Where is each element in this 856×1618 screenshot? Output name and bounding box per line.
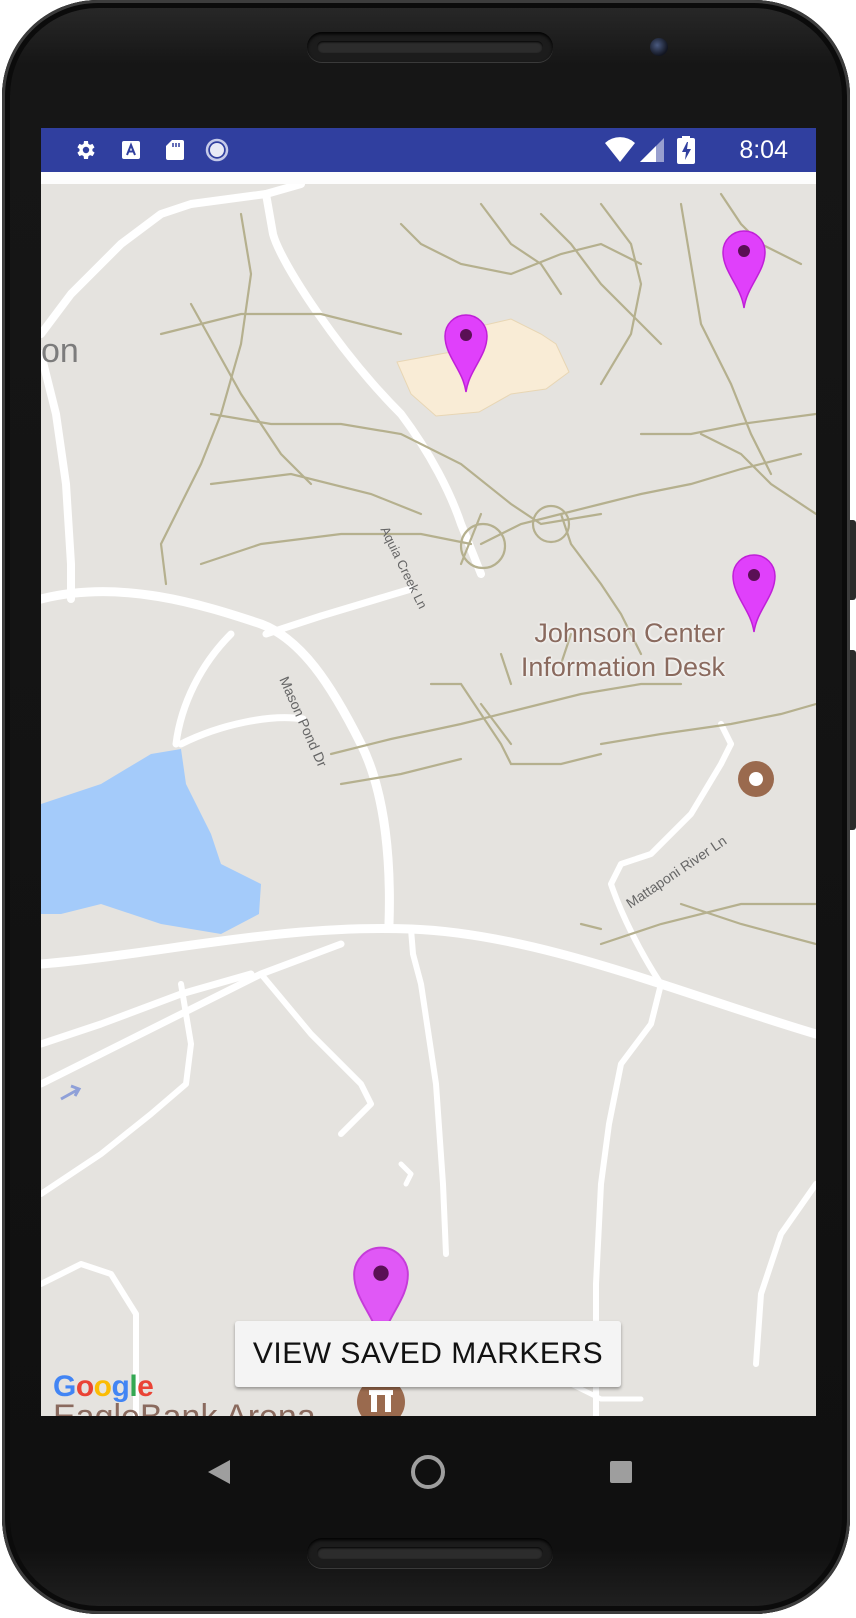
status-clock: 8:04	[739, 136, 788, 164]
google-logo-letter: o	[93, 1370, 112, 1403]
pond-water	[41, 749, 261, 934]
app-bar-strip	[41, 172, 816, 184]
recents-icon	[610, 1461, 632, 1483]
sd-card-icon	[166, 140, 184, 160]
power-button	[850, 650, 856, 830]
recents-button[interactable]	[591, 1442, 651, 1502]
wifi-icon	[605, 137, 635, 162]
front-camera	[650, 38, 668, 56]
poi-label-johnson-center: Johnson Center Information Desk	[520, 618, 725, 682]
map-base-layer	[41, 184, 816, 1416]
text-input-icon	[122, 141, 140, 159]
navigation-bar	[41, 1416, 816, 1528]
google-logo-letter: l	[129, 1370, 138, 1403]
back-button[interactable]	[189, 1442, 249, 1502]
one-way-arrow-icon	[60, 1084, 82, 1101]
gear-icon	[77, 141, 95, 159]
info-desk-poi-icon	[738, 761, 774, 797]
map-view[interactable]: on Aquia Creek Ln Mason Pond Dr Mattapon…	[41, 184, 816, 1416]
volume-button	[850, 520, 856, 600]
google-logo-letter: o	[75, 1370, 94, 1403]
view-saved-markers-button[interactable]: VIEW SAVED MARKERS	[235, 1321, 621, 1387]
google-logo-letter: e	[137, 1370, 154, 1403]
bottom-speaker	[307, 1538, 553, 1568]
google-logo-letter: G	[53, 1370, 76, 1403]
google-logo: Google	[53, 1370, 154, 1404]
back-icon	[208, 1460, 230, 1484]
home-button[interactable]	[398, 1442, 458, 1502]
google-logo-letter: g	[111, 1370, 130, 1403]
map-marker-pin[interactable]	[719, 226, 769, 310]
earpiece-speaker	[307, 32, 553, 62]
battery-charging-icon	[677, 136, 695, 164]
loading-icon	[205, 138, 229, 162]
edge-place-label: on	[41, 332, 79, 370]
status-bar: 8:04	[41, 128, 816, 172]
cell-signal-icon	[640, 138, 664, 162]
map-marker-pin[interactable]	[729, 550, 779, 634]
home-icon	[411, 1455, 445, 1489]
map-marker-pin[interactable]	[441, 310, 491, 394]
screen: 8:04 on Aquia Creek Ln Mason Pond Dr Mat…	[41, 128, 816, 1416]
